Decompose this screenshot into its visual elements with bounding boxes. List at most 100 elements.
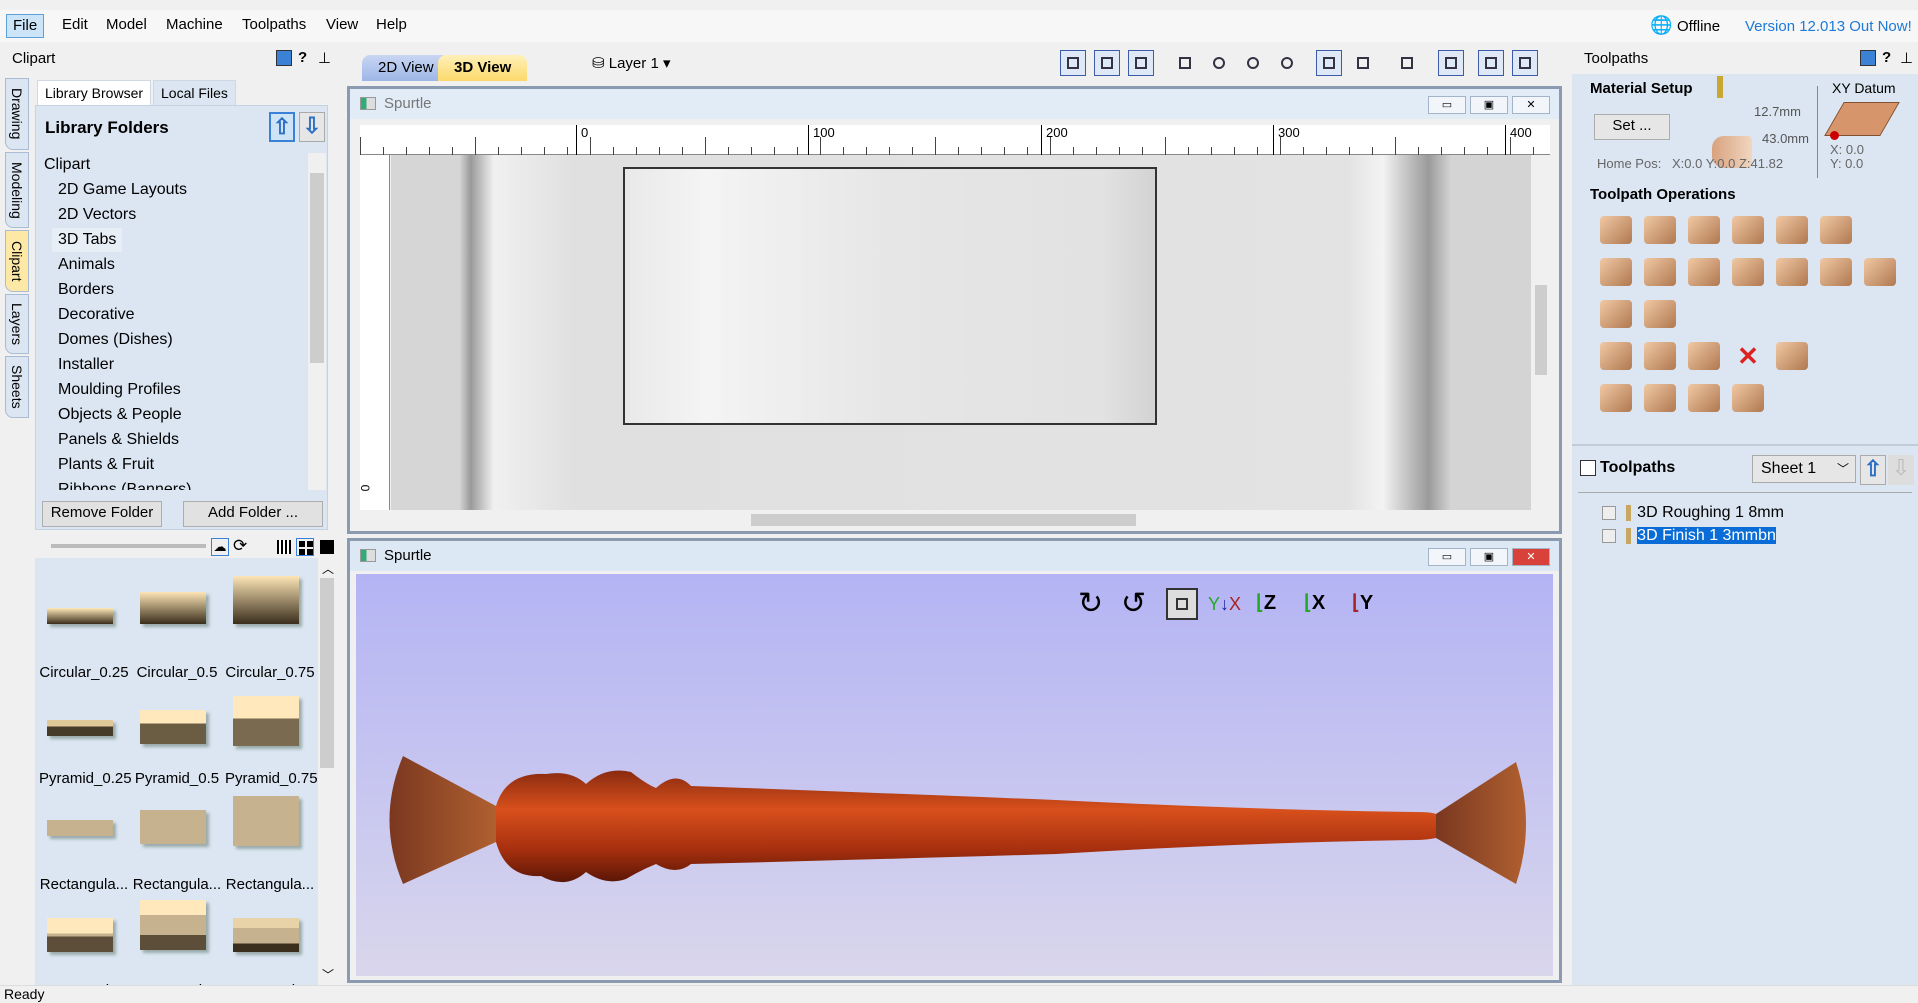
sheet-select[interactable]: Sheet 1 ﹀ (1752, 455, 1856, 483)
save-icon[interactable] (1732, 384, 1764, 412)
tab-local-files[interactable]: Local Files (153, 80, 236, 106)
set-material-button[interactable]: Set ... (1594, 114, 1670, 140)
close-button[interactable]: ✕ (1512, 548, 1550, 566)
minimize-button[interactable]: ▭ (1428, 96, 1466, 114)
zoom-extents-icon[interactable] (1240, 50, 1266, 76)
merge-icon[interactable] (1688, 384, 1720, 412)
menu-file[interactable]: File (6, 14, 45, 38)
toolpath-preview-icon[interactable] (1316, 50, 1342, 76)
folder-item[interactable]: Objects & People (52, 403, 188, 427)
refresh-icon[interactable]: ⟳ (233, 536, 247, 556)
finish-3d-icon[interactable] (1864, 258, 1896, 286)
folder-item[interactable]: Animals (52, 253, 121, 277)
menu-edit[interactable]: Edit (56, 14, 94, 38)
large-view-icon[interactable] (320, 540, 334, 554)
dock-icon[interactable] (1860, 50, 1876, 66)
folder-item[interactable]: Clipart (38, 153, 96, 177)
rotate-ccw-icon[interactable]: ↺ (1121, 586, 1146, 621)
menu-help[interactable]: Help (370, 14, 413, 38)
toolpaths-checkbox[interactable] (1580, 460, 1596, 476)
cloud-icon[interactable]: ☁ (211, 538, 229, 556)
toolpath-checkbox[interactable] (1602, 529, 1616, 544)
v-carve-icon[interactable] (1600, 258, 1632, 286)
side-tab-layers[interactable]: Layers (5, 294, 29, 354)
horizontal-scrollbar[interactable] (391, 510, 1531, 530)
side-tab-modeling[interactable]: Modeling (5, 152, 29, 228)
small-grid-icon[interactable] (277, 540, 291, 554)
rotate-cw-icon[interactable]: ↻ (1078, 586, 1103, 621)
zoom-selection-icon[interactable] (1274, 50, 1300, 76)
menu-view[interactable]: View (320, 14, 364, 38)
thumbnail-size-slider[interactable] (51, 544, 206, 548)
side-tab-drawing[interactable]: Drawing (5, 78, 29, 150)
tool-database-icon[interactable] (1600, 342, 1632, 370)
folder-item[interactable]: 2D Game Layouts (52, 178, 193, 202)
3d-viewport[interactable]: ↻ ↺ Y↓X ⌊Z ⌊X ⌊Y (356, 574, 1553, 976)
side-tab-sheets[interactable]: Sheets (5, 356, 29, 418)
2d-canvas[interactable] (391, 155, 1531, 510)
roughing-icon[interactable] (1820, 258, 1852, 286)
folder-item[interactable]: 3D Tabs (52, 228, 123, 252)
drilling-icon[interactable] (1688, 216, 1720, 244)
delete-icon[interactable]: ✕ (1732, 342, 1764, 370)
add-folder-button[interactable]: Add Folder ... (183, 501, 323, 527)
view-front-icon[interactable]: ⌊X (1304, 590, 1325, 615)
side-tab-clipart[interactable]: Clipart (5, 230, 29, 292)
folder-item[interactable]: Installer (52, 353, 120, 377)
toolpath-checkbox[interactable] (1602, 506, 1616, 521)
pan-icon[interactable] (1172, 50, 1198, 76)
menu-model[interactable]: Model (100, 14, 153, 38)
toolpath-paths-icon[interactable] (1350, 50, 1376, 76)
timer-icon[interactable] (1644, 384, 1676, 412)
close-button[interactable]: ✕ (1512, 96, 1550, 114)
material-icon[interactable] (1438, 50, 1464, 76)
iso-view-icon[interactable]: Y↓X (1208, 594, 1241, 615)
tab-3d-view[interactable]: 3D View (438, 55, 528, 81)
edit-icon[interactable] (1644, 342, 1676, 370)
pocket-icon[interactable] (1644, 216, 1676, 244)
scale-icon[interactable] (1094, 50, 1120, 76)
profile-icon[interactable] (1600, 216, 1632, 244)
offline-status[interactable]: Offline (1677, 18, 1720, 35)
folder-item[interactable]: 2D Vectors (52, 203, 142, 227)
pin-icon[interactable]: ⊥ (1900, 49, 1913, 67)
split-vertical-icon[interactable] (1512, 50, 1538, 76)
pin-icon[interactable]: ⊥ (318, 49, 331, 67)
inlay-icon[interactable] (1820, 216, 1852, 244)
maximize-button[interactable]: ▣ (1470, 96, 1508, 114)
folder-item[interactable]: Ribbons (Banners) (52, 478, 197, 490)
resize-icon[interactable] (1060, 50, 1086, 76)
scroll-up-icon[interactable]: ︿ (322, 560, 334, 577)
view-top-icon[interactable]: ⌊Z (1256, 590, 1276, 615)
view-side-icon[interactable]: ⌊Y (1352, 590, 1373, 615)
folder-item[interactable]: Panels & Shields (52, 428, 185, 452)
zoom-fit-icon[interactable] (1166, 588, 1198, 620)
move-up-button[interactable]: ⇧ (269, 112, 295, 142)
fluting-icon[interactable] (1776, 216, 1808, 244)
tab-2d-view[interactable]: 2D View (362, 55, 450, 81)
moulding-icon[interactable] (1732, 258, 1764, 286)
layer-dropdown[interactable]: ⛁ Layer 1 ▾ (592, 54, 671, 72)
template-icon[interactable] (1688, 342, 1720, 370)
scroll-down-icon[interactable]: ﹀ (322, 966, 334, 983)
help-icon[interactable]: ? (298, 49, 307, 66)
move-up-button[interactable]: ⇧ (1860, 455, 1886, 485)
toolpath-item[interactable]: 3D Finish 1 3mmbn (1602, 527, 1776, 547)
folder-item[interactable]: Moulding Profiles (52, 378, 187, 402)
3d-profile-icon[interactable] (1644, 300, 1676, 328)
grid-icon[interactable] (1128, 50, 1154, 76)
preview-icon[interactable] (1600, 384, 1632, 412)
zoom-box-icon[interactable] (1206, 50, 1232, 76)
texture-icon[interactable] (1688, 258, 1720, 286)
medium-grid-icon[interactable] (296, 538, 314, 556)
folder-item[interactable]: Decorative (52, 303, 140, 327)
minimize-button[interactable]: ▭ (1428, 548, 1466, 566)
maximize-button[interactable]: ▣ (1470, 548, 1508, 566)
split-horizontal-icon[interactable] (1478, 50, 1504, 76)
calculator-icon[interactable] (1776, 342, 1808, 370)
move-down-button[interactable]: ⇩ (1888, 455, 1914, 485)
folder-scrollbar[interactable] (308, 153, 326, 490)
version-link[interactable]: Version 12.013 Out Now! (1745, 18, 1912, 35)
folder-item[interactable]: Domes (Dishes) (52, 328, 179, 352)
thumbnail-scrollbar[interactable]: ︿ ﹀ (318, 558, 336, 986)
